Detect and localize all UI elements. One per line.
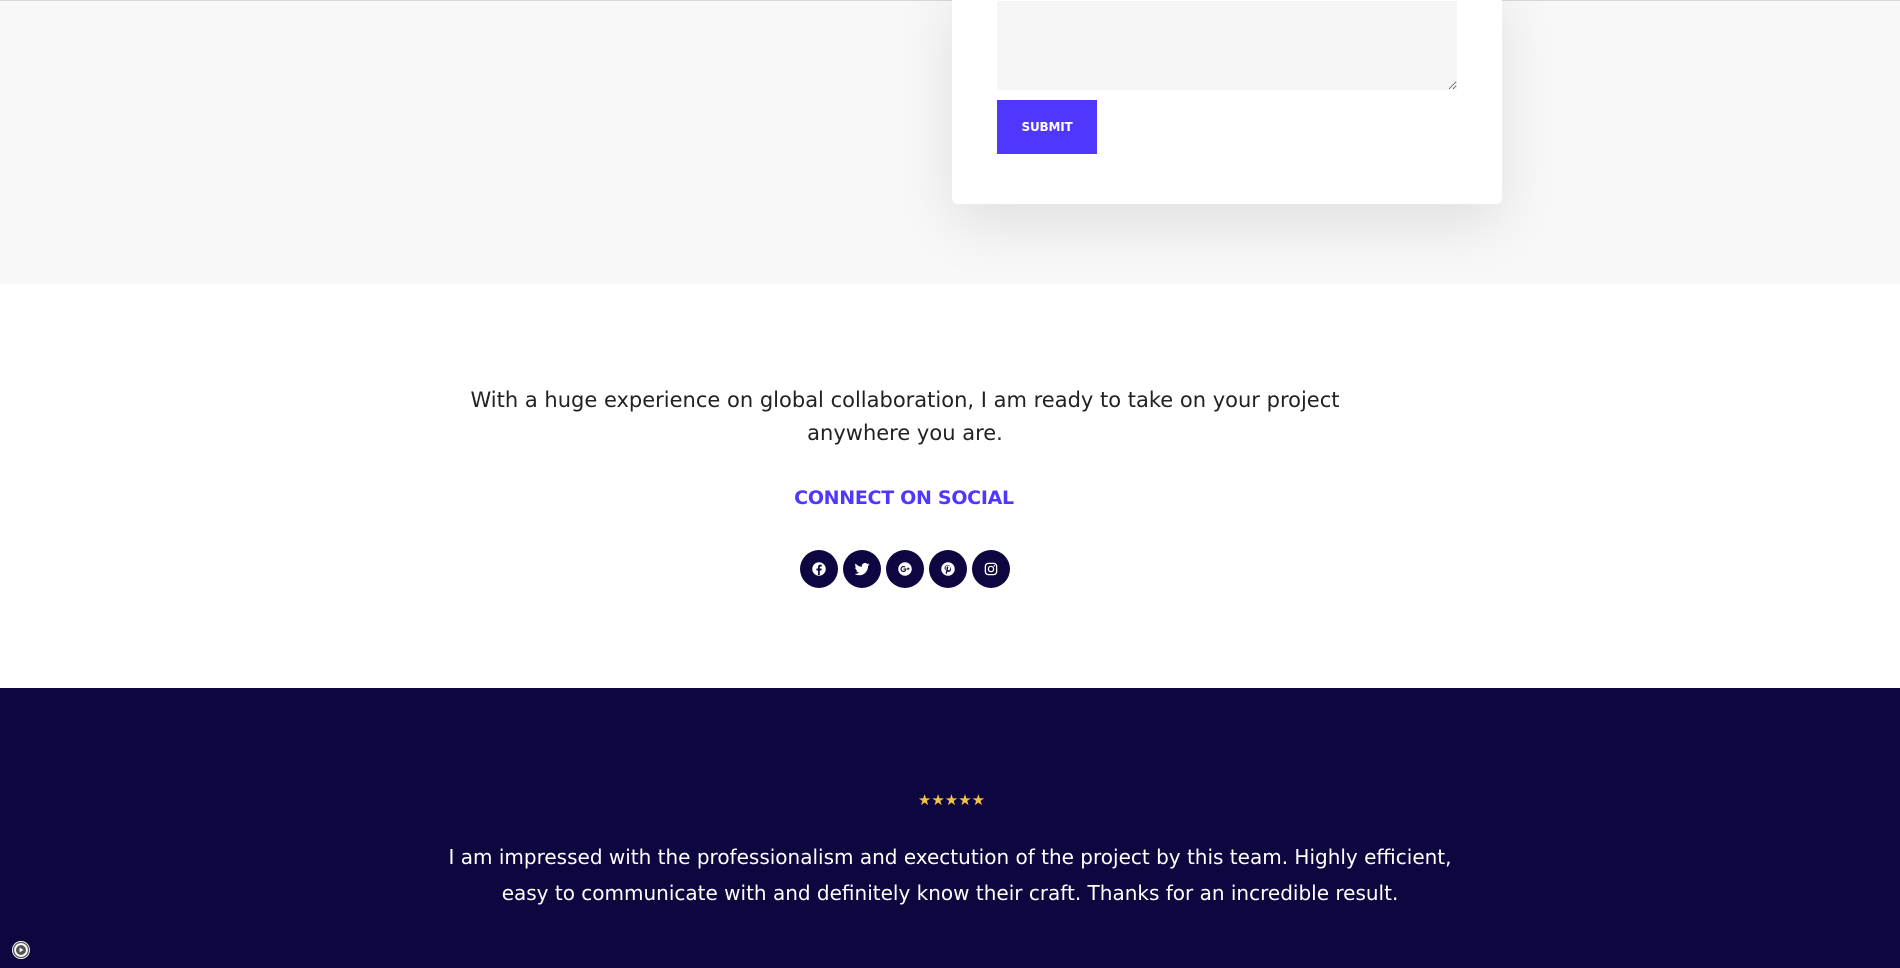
rating-stars: ★★★★★ xyxy=(917,791,986,809)
intro-text: With a huge experience on global collabo… xyxy=(470,388,1340,445)
facebook-icon[interactable] xyxy=(800,550,838,588)
contact-form-section: SUBMIT xyxy=(0,0,1900,284)
facebook-glyph xyxy=(812,562,826,576)
google-plus-icon[interactable] xyxy=(886,550,924,588)
pinterest-icon[interactable] xyxy=(929,550,967,588)
testimonial-section: ★★★★★ I am impressed with the profession… xyxy=(0,688,1900,968)
play-icon[interactable] xyxy=(12,941,30,959)
message-textarea[interactable] xyxy=(997,1,1457,90)
testimonial-quote: I am impressed with the professionalism … xyxy=(448,845,1452,905)
contact-form-card: SUBMIT xyxy=(952,0,1502,204)
instagram-glyph xyxy=(984,562,998,576)
connect-social-section: With a huge experience on global collabo… xyxy=(0,284,1900,688)
social-icons-row xyxy=(800,550,1010,588)
play-glyph xyxy=(12,941,30,959)
submit-button[interactable]: SUBMIT xyxy=(997,100,1097,154)
google-plus-glyph xyxy=(898,562,912,576)
instagram-icon[interactable] xyxy=(972,550,1010,588)
pinterest-glyph xyxy=(941,562,955,576)
twitter-icon[interactable] xyxy=(843,550,881,588)
connect-heading: CONNECT ON SOCIAL xyxy=(794,487,1014,509)
twitter-glyph xyxy=(854,562,870,576)
